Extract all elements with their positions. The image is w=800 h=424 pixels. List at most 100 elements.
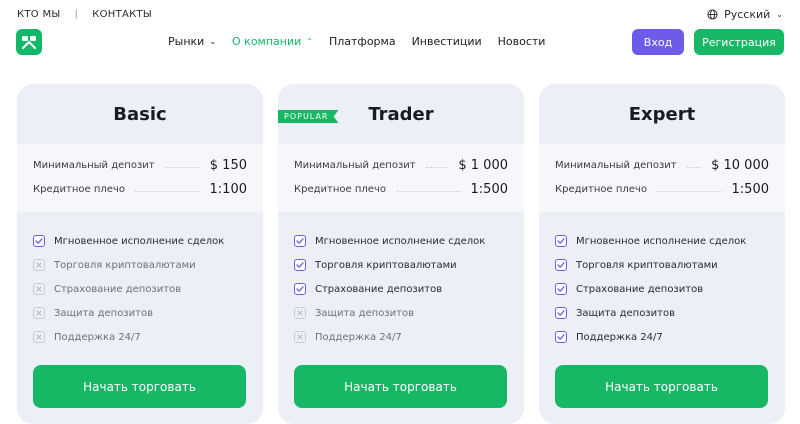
leverage-label: Кредитное плечо <box>555 183 647 195</box>
feature-label: Поддержка 24/7 <box>315 331 402 343</box>
globe-icon <box>707 9 718 20</box>
feature-label: Защита депозитов <box>54 307 153 319</box>
feature-label: Мгновенное исполнение сделок <box>54 235 225 247</box>
feature-item: Поддержка 24/7 <box>294 325 508 349</box>
feature-label: Торговля криптовалютами <box>315 259 457 271</box>
leverage-label: Кредитное плечо <box>33 183 125 195</box>
checkbox-checked-icon <box>294 259 306 271</box>
checkbox-checked-icon <box>555 331 567 343</box>
feature-label: Защита депозитов <box>315 307 414 319</box>
plan-card-trader: POPULAR Trader Минимальный депозит $ 1 0… <box>278 84 524 424</box>
nav-about[interactable]: О компании ⌃ <box>232 35 313 48</box>
feature-label: Поддержка 24/7 <box>54 331 141 343</box>
min-deposit-row: Минимальный депозит $ 1 000 <box>294 153 508 177</box>
contacts-link[interactable]: КОНТАКТЫ <box>92 9 152 20</box>
nav-label: Рынки <box>168 35 205 48</box>
checkbox-checked-icon <box>294 235 306 247</box>
feature-item: Защита депозитов <box>294 301 508 325</box>
top-links: КТО МЫ | КОНТАКТЫ <box>17 9 152 20</box>
start-trading-button[interactable]: Начать торговать <box>294 365 507 408</box>
checkbox-checked-icon <box>555 307 567 319</box>
min-deposit-value: $ 150 <box>209 157 247 173</box>
checkbox-checked-icon <box>555 283 567 295</box>
min-deposit-label: Минимальный депозит <box>555 159 677 171</box>
feature-list: Мгновенное исполнение сделок Торговля кри… <box>17 212 263 349</box>
feature-label: Страхование депозитов <box>315 283 443 295</box>
feature-label: Страхование депозитов <box>576 283 704 295</box>
feature-list: Мгновенное исполнение сделок Торговля кри… <box>278 212 524 349</box>
feature-item: Торговля криптовалютами <box>294 253 508 277</box>
min-deposit-row: Минимальный депозит $ 150 <box>33 153 247 177</box>
leverage-label: Кредитное плечо <box>294 183 386 195</box>
leverage-value: 1:100 <box>209 181 247 197</box>
nav-investments[interactable]: Инвестиции <box>412 35 482 48</box>
plan-stats: Минимальный депозит $ 10 000 Кредитное п… <box>539 144 785 212</box>
feature-label: Мгновенное исполнение сделок <box>576 235 747 247</box>
top-bar: КТО МЫ | КОНТАКТЫ Русский ⌄ <box>0 0 800 30</box>
start-trading-button[interactable]: Начать торговать <box>555 365 768 408</box>
min-deposit-value: $ 1 000 <box>458 157 508 173</box>
min-deposit-row: Минимальный депозит $ 10 000 <box>555 153 769 177</box>
language-selector[interactable]: Русский ⌄ <box>707 8 783 21</box>
min-deposit-value: $ 10 000 <box>711 157 769 173</box>
logo-glyph-icon <box>21 36 37 50</box>
separator: | <box>74 9 79 20</box>
feature-item: Страхование депозитов <box>555 277 769 301</box>
main-nav: Рынки ⌄ О компании ⌃ Платформа Инвестици… <box>168 35 545 48</box>
leverage-value: 1:500 <box>731 181 769 197</box>
min-deposit-label: Минимальный депозит <box>294 159 416 171</box>
plan-stats: Минимальный депозит $ 1 000 Кредитное пл… <box>278 144 524 212</box>
logo-icon[interactable] <box>16 29 42 55</box>
feature-item: Мгновенное исполнение сделок <box>555 229 769 253</box>
nav-label: Платформа <box>328 35 396 48</box>
checkbox-cross-icon <box>33 307 45 319</box>
chevron-up-icon: ⌃ <box>306 37 313 46</box>
checkbox-cross-icon <box>33 259 45 271</box>
checkbox-checked-icon <box>555 259 567 271</box>
language-label: Русский <box>724 8 771 21</box>
min-deposit-label: Минимальный депозит <box>33 159 155 171</box>
leverage-row: Кредитное плечо 1:500 <box>294 177 508 201</box>
checkbox-cross-icon <box>294 307 306 319</box>
dotted-leader <box>686 166 702 168</box>
nav-label: Инвестиции <box>411 35 482 48</box>
dotted-leader <box>164 166 200 168</box>
nav-label: О компании <box>232 35 302 48</box>
feature-item: Защита депозитов <box>33 301 247 325</box>
checkbox-cross-icon <box>33 283 45 295</box>
chevron-down-icon: ⌄ <box>776 10 783 19</box>
feature-label: Торговля криптовалютами <box>576 259 718 271</box>
feature-item: Поддержка 24/7 <box>33 325 247 349</box>
nav-news[interactable]: Новости <box>498 35 546 48</box>
login-button[interactable]: Вход <box>632 29 684 55</box>
nav-label: Новости <box>497 35 546 48</box>
plan-card-expert: Expert Минимальный депозит $ 10 000 Кред… <box>539 84 785 424</box>
leverage-value: 1:500 <box>470 181 508 197</box>
plan-title: Basic <box>113 103 167 125</box>
feature-label: Поддержка 24/7 <box>576 331 663 343</box>
feature-label: Защита депозитов <box>576 307 675 319</box>
chevron-down-icon: ⌄ <box>209 37 217 46</box>
feature-item: Страхование депозитов <box>294 277 508 301</box>
feature-item: Торговля криптовалютами <box>555 253 769 277</box>
dotted-leader <box>395 190 461 192</box>
feature-label: Страхование депозитов <box>54 283 182 295</box>
checkbox-checked-icon <box>33 235 45 247</box>
nav-markets[interactable]: Рынки ⌄ <box>168 35 216 48</box>
checkbox-checked-icon <box>555 235 567 247</box>
checkbox-cross-icon <box>294 331 306 343</box>
about-link[interactable]: КТО МЫ <box>17 9 61 20</box>
feature-item: Защита депозитов <box>555 301 769 325</box>
checkbox-checked-icon <box>294 283 306 295</box>
plan-title: Expert <box>628 103 696 125</box>
feature-item: Мгновенное исполнение сделок <box>33 229 247 253</box>
feature-item: Страхование депозитов <box>33 277 247 301</box>
register-button[interactable]: Регистрация <box>694 29 784 55</box>
feature-label: Мгновенное исполнение сделок <box>315 235 486 247</box>
start-trading-button[interactable]: Начать торговать <box>33 365 246 408</box>
feature-item: Мгновенное исполнение сделок <box>294 229 508 253</box>
feature-item: Торговля криптовалютами <box>33 253 247 277</box>
feature-label: Торговля криптовалютами <box>54 259 196 271</box>
nav-platform[interactable]: Платформа <box>329 35 396 48</box>
dotted-leader <box>134 190 200 192</box>
